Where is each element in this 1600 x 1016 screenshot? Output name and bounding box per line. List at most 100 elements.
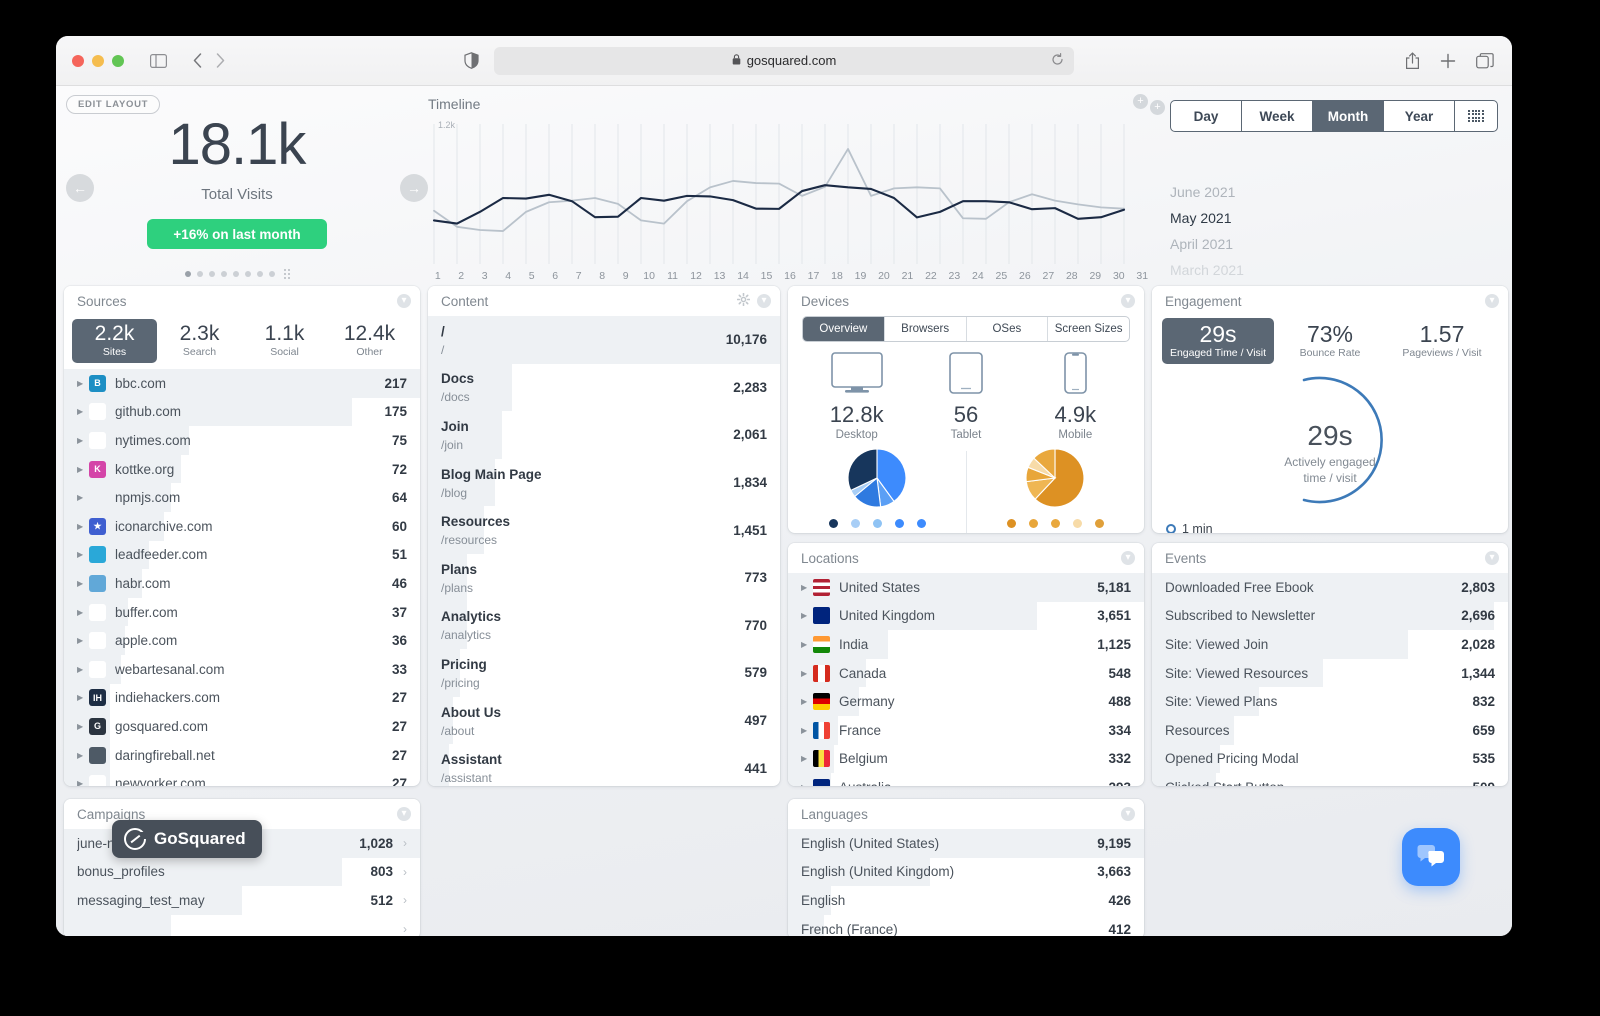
- expand-caret-icon[interactable]: ▶: [801, 669, 813, 678]
- tabs-icon[interactable]: [1476, 52, 1494, 69]
- content-row[interactable]: Analytics /analytics 770: [428, 601, 780, 650]
- content-row[interactable]: Docs /docs 2,283: [428, 363, 780, 412]
- range-option-year[interactable]: Year: [1384, 101, 1455, 131]
- metric-other[interactable]: 12.4k Other: [327, 319, 412, 363]
- gear-icon[interactable]: [736, 292, 751, 309]
- carousel-dot[interactable]: [208, 271, 215, 277]
- devices-tabs[interactable]: Overview Browsers OSes Screen Sizes: [802, 316, 1130, 342]
- list-item[interactable]: ▶ habr.com 46: [64, 569, 420, 598]
- row-chevron-icon[interactable]: ›: [403, 836, 407, 850]
- expand-caret-icon[interactable]: ▶: [77, 522, 89, 531]
- expand-caret-icon[interactable]: ▶: [77, 665, 89, 674]
- expand-caret-icon[interactable]: ▶: [77, 751, 89, 760]
- expand-caret-icon[interactable]: ▶: [77, 465, 89, 474]
- list-item[interactable]: ▶ npmjs.com 64: [64, 483, 420, 513]
- range-add-button[interactable]: +: [1150, 100, 1165, 115]
- content-row[interactable]: Blog Main Page /blog 1,834: [428, 458, 780, 507]
- list-item[interactable]: ▶ Belgium 332: [788, 744, 1144, 774]
- share-icon[interactable]: [1405, 51, 1420, 70]
- carousel-dot[interactable]: [196, 271, 203, 277]
- month-item-may[interactable]: May 2021: [1170, 210, 1498, 226]
- expand-caret-icon[interactable]: ▶: [801, 697, 813, 706]
- range-option-day[interactable]: Day: [1171, 101, 1242, 131]
- close-window-button[interactable]: [72, 54, 84, 67]
- metric-bounce-rate[interactable]: 73% Bounce Rate: [1274, 318, 1386, 364]
- range-option-week[interactable]: Week: [1242, 101, 1313, 131]
- expand-caret-icon[interactable]: ▶: [77, 608, 89, 617]
- list-item[interactable]: ›: [64, 914, 420, 936]
- back-chevron-icon[interactable]: [193, 53, 202, 68]
- list-item[interactable]: ▶ leadfeeder.com 51: [64, 540, 420, 570]
- metric-sites[interactable]: 2.2k Sites: [72, 319, 157, 364]
- list-item[interactable]: French (France) 412: [788, 914, 1144, 936]
- list-item[interactable]: Subscribed to Newsletter 2,696: [1152, 601, 1508, 631]
- list-item[interactable]: Site: Viewed Plans 832: [1152, 687, 1508, 716]
- expand-caret-icon[interactable]: ▶: [77, 779, 89, 786]
- list-item[interactable]: ▶ github.com 175: [64, 397, 420, 427]
- tab-oses[interactable]: OSes: [967, 317, 1049, 341]
- list-item[interactable]: Site: Viewed Join 2,028: [1152, 630, 1508, 659]
- expand-caret-icon[interactable]: ▶: [77, 493, 89, 502]
- content-row[interactable]: About Us /about 497: [428, 696, 780, 745]
- sources-collapse-button[interactable]: ▾: [397, 294, 411, 308]
- expand-caret-icon[interactable]: ▶: [77, 407, 89, 416]
- delta-badge[interactable]: +16% on last month: [147, 219, 327, 249]
- expand-caret-icon[interactable]: ▶: [801, 583, 813, 592]
- expand-caret-icon[interactable]: ▶: [801, 640, 813, 649]
- tab-overview[interactable]: Overview: [803, 317, 885, 341]
- list-item[interactable]: ▶ IH indiehackers.com 27: [64, 683, 420, 713]
- expand-caret-icon[interactable]: ▶: [77, 579, 89, 588]
- list-item[interactable]: English (United States) 9,195: [788, 829, 1144, 858]
- expand-caret-icon[interactable]: ▶: [801, 754, 813, 763]
- shield-icon[interactable]: [464, 51, 479, 74]
- events-collapse-button[interactable]: ▾: [1485, 551, 1499, 565]
- maximize-window-button[interactable]: [112, 54, 124, 67]
- metric-engaged-time-visit[interactable]: 29s Engaged Time / Visit: [1162, 318, 1274, 365]
- carousel-dots[interactable]: [56, 269, 418, 279]
- expand-caret-icon[interactable]: ▶: [77, 636, 89, 645]
- carousel-dot[interactable]: [256, 271, 263, 277]
- list-item[interactable]: ▶ Kkottke.org 72: [64, 454, 420, 484]
- list-item[interactable]: ▶ newyorker.com 27: [64, 769, 420, 786]
- tab-screen-sizes[interactable]: Screen Sizes: [1048, 317, 1129, 341]
- drag-handle-icon[interactable]: [283, 269, 290, 279]
- list-item[interactable]: ▶ India 1,125: [788, 630, 1144, 659]
- list-item[interactable]: ▶ nytimes.com 75: [64, 426, 420, 455]
- month-item-april[interactable]: April 2021: [1170, 236, 1498, 252]
- content-collapse-button[interactable]: ▾: [757, 294, 771, 308]
- window-controls[interactable]: [72, 54, 124, 67]
- list-item[interactable]: ▶ apple.com 36: [64, 626, 420, 655]
- metric-social[interactable]: 1.1k Social: [242, 319, 327, 363]
- plus-icon[interactable]: [1440, 53, 1456, 69]
- list-item[interactable]: Clicked Start Button509: [1152, 773, 1508, 786]
- languages-collapse-button[interactable]: ▾: [1121, 807, 1135, 821]
- list-item[interactable]: ▶ Ggosquared.com 27: [64, 712, 420, 741]
- content-row[interactable]: / / 10,176: [428, 316, 780, 364]
- engagement-collapse-button[interactable]: ▾: [1485, 294, 1499, 308]
- previous-metric-button[interactable]: ←: [66, 174, 94, 202]
- expand-caret-icon[interactable]: ▶: [77, 693, 89, 702]
- carousel-dot[interactable]: [232, 271, 239, 277]
- list-item[interactable]: ▶ Germany 488: [788, 687, 1144, 716]
- list-item[interactable]: ▶ Bbbc.com 217: [64, 369, 420, 398]
- row-chevron-icon[interactable]: ›: [403, 922, 407, 936]
- metric-search[interactable]: 2.3k Search: [157, 319, 242, 363]
- list-item[interactable]: ▶ United Kingdom 3,651: [788, 601, 1144, 631]
- list-item[interactable]: ▶ daringfireball.net 27: [64, 740, 420, 770]
- edit-layout-button[interactable]: EDIT LAYOUT: [66, 95, 161, 114]
- range-segmented-control[interactable]: Day Week Month Year: [1170, 100, 1498, 132]
- engagement-metrics[interactable]: 29s Engaged Time / Visit 73% Bounce Rate 1.5…: [1152, 316, 1508, 365]
- devices-collapse-button[interactable]: ▾: [1121, 294, 1135, 308]
- expand-caret-icon[interactable]: ▶: [77, 436, 89, 445]
- timeline-add-button[interactable]: +: [1133, 94, 1148, 109]
- sources-metrics[interactable]: 2.2k Sites 2.3k Search 1.1k Social 12.4k Other: [64, 316, 420, 369]
- content-row[interactable]: Plans /plans 773: [428, 553, 780, 602]
- carousel-dot[interactable]: [184, 271, 191, 277]
- row-chevron-icon[interactable]: ›: [403, 865, 407, 879]
- locations-collapse-button[interactable]: ▾: [1121, 551, 1135, 565]
- list-item[interactable]: ▶ Australia293: [788, 773, 1144, 786]
- calendar-icon[interactable]: [1455, 101, 1497, 131]
- forward-chevron-icon[interactable]: [216, 53, 225, 68]
- list-item[interactable]: English (United Kingdom) 3,663: [788, 857, 1144, 887]
- chat-widget-button[interactable]: [1402, 828, 1460, 886]
